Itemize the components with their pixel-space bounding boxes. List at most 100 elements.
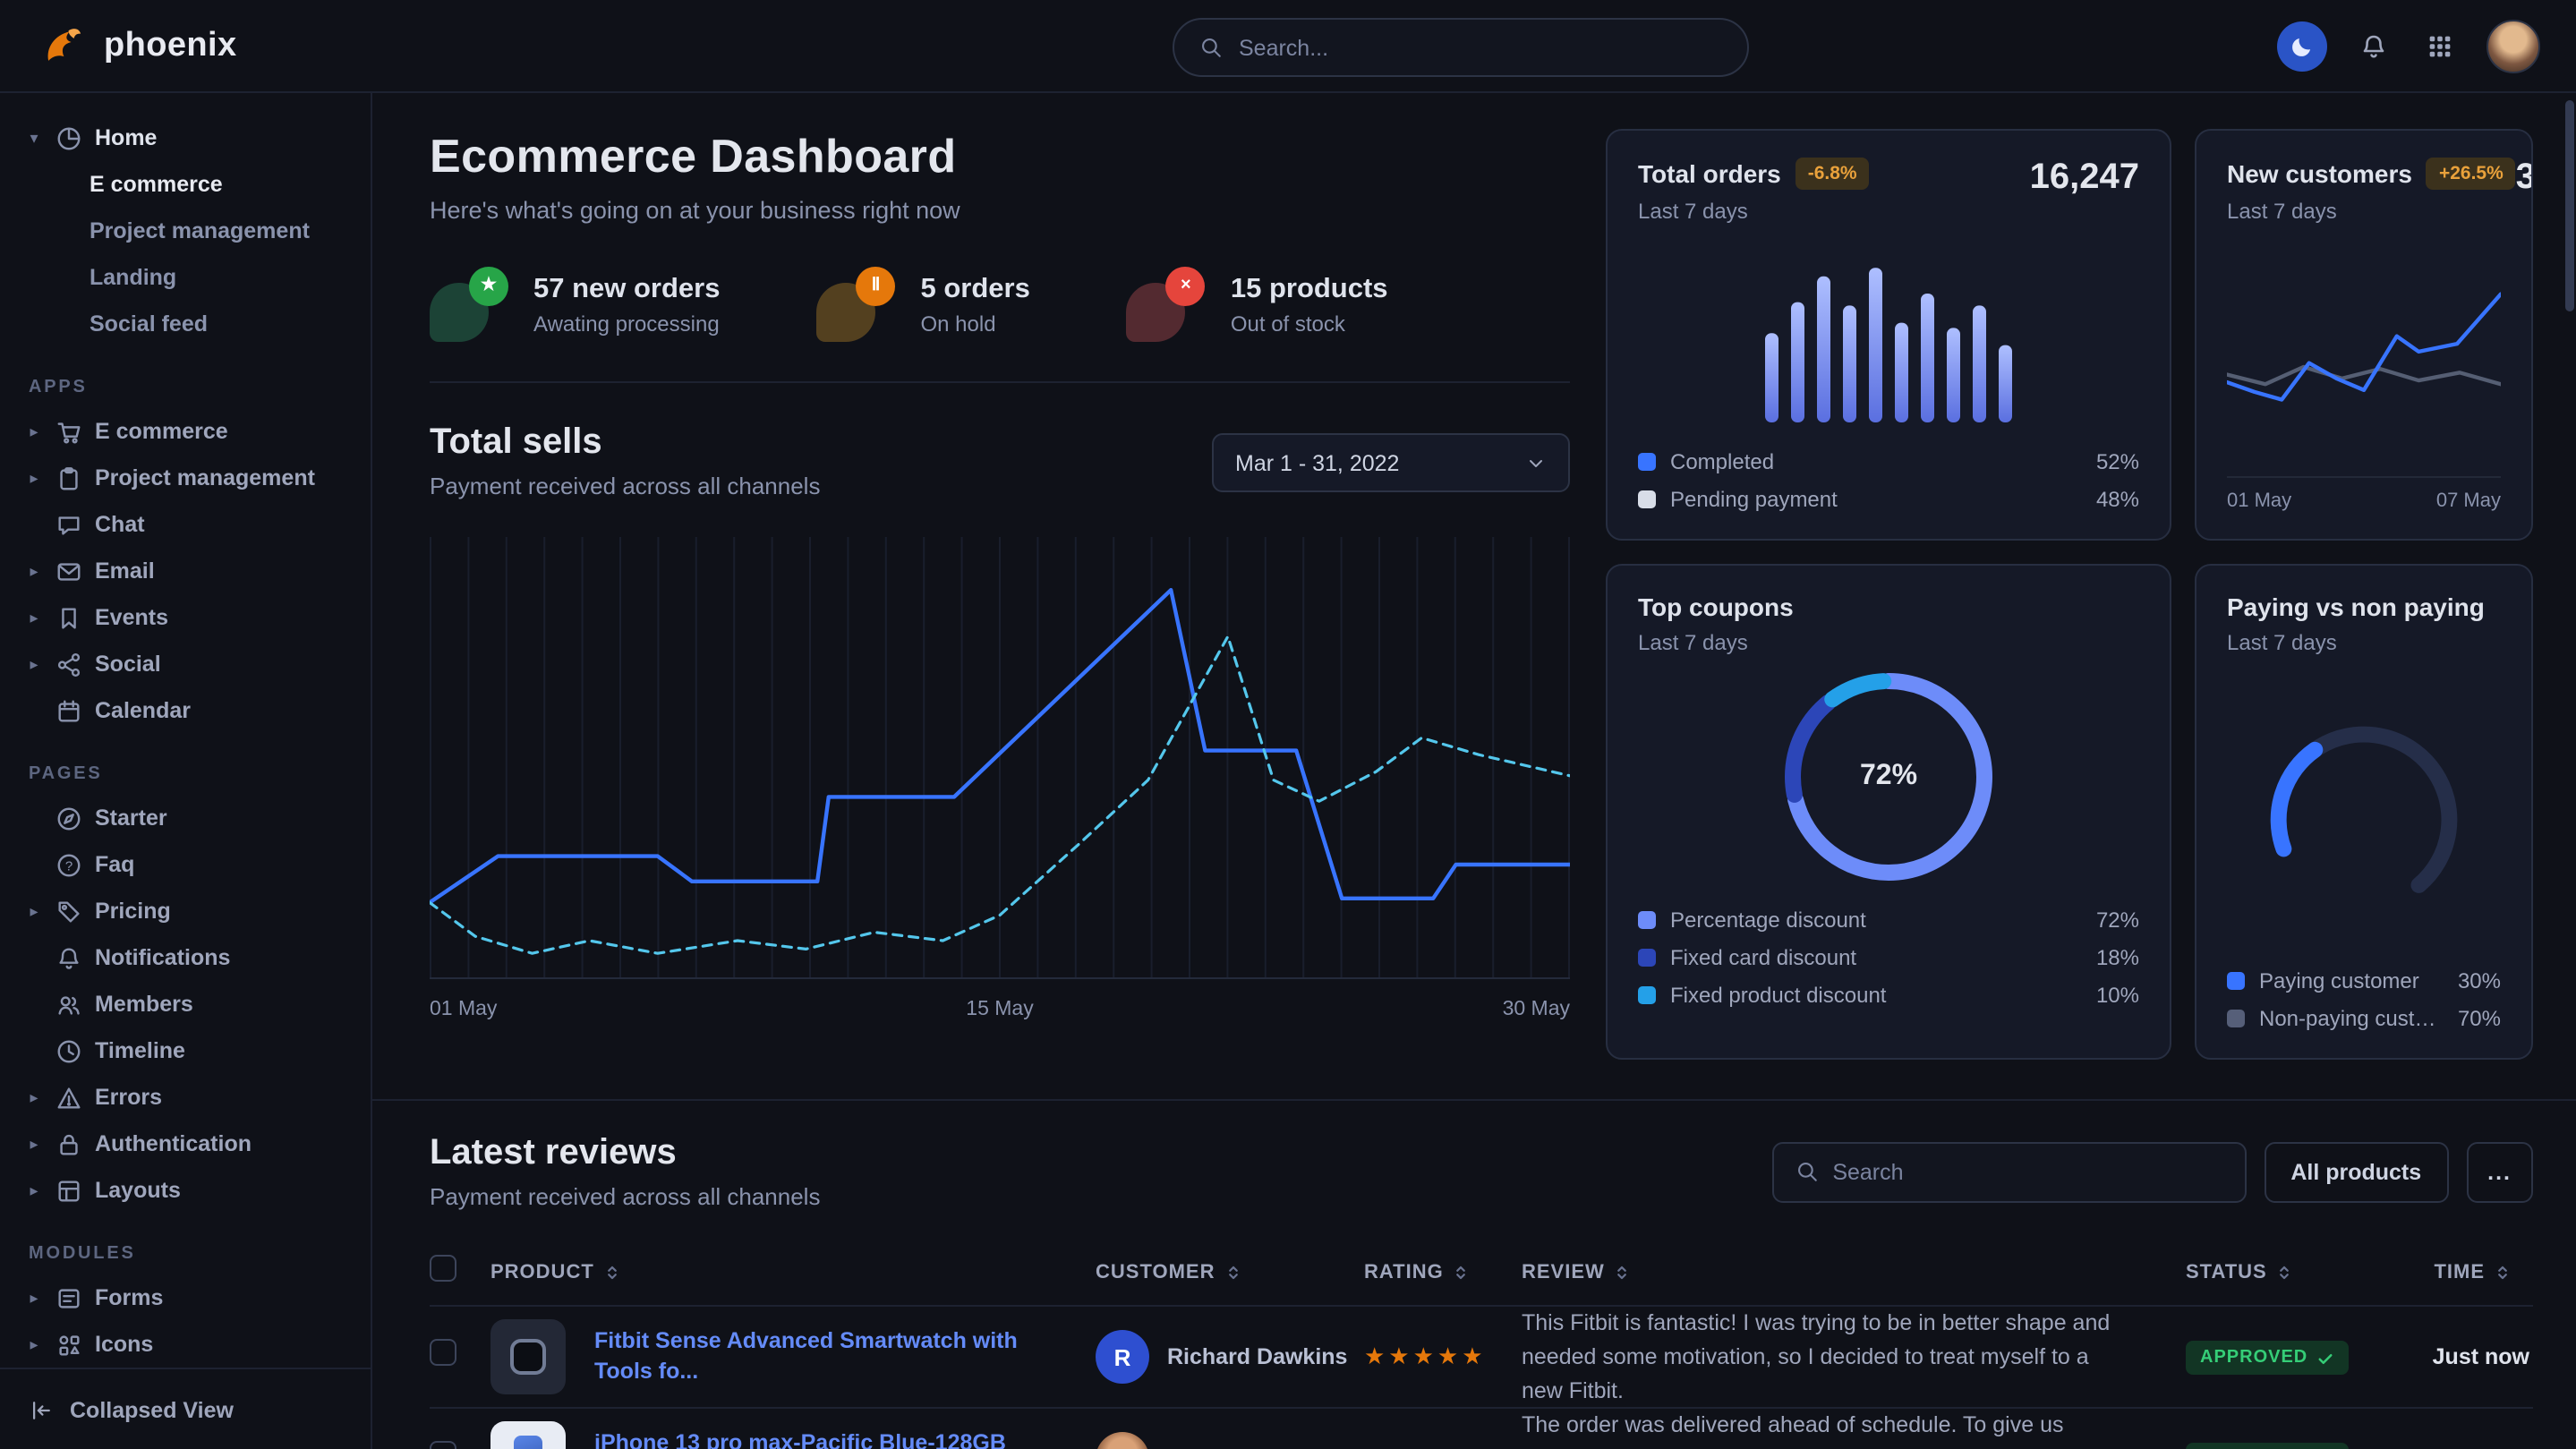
apps-grid-button[interactable] bbox=[2420, 26, 2460, 65]
sidebar-item-icons[interactable]: ▸Icons bbox=[25, 1321, 356, 1368]
total-sells-header: Total sells Payment received across all … bbox=[430, 422, 1570, 499]
row-checkbox[interactable] bbox=[430, 1339, 456, 1366]
sidebar-item-calendar[interactable]: Calendar bbox=[25, 687, 356, 734]
reviews-subtitle: Payment received across all channels bbox=[430, 1183, 820, 1210]
new-customers-chart bbox=[2227, 234, 2501, 473]
top-coupons-card: Top coupons Last 7 days 72% Percentage d… bbox=[1606, 564, 2171, 1060]
stat-15-products: ×15 productsOut of stock bbox=[1127, 267, 1388, 342]
change-badge: -6.8% bbox=[1796, 158, 1870, 190]
stat-5-orders: Ⅱ5 ordersOn hold bbox=[817, 267, 1030, 342]
notifications-button[interactable] bbox=[2354, 26, 2393, 65]
sort-icon bbox=[603, 1263, 621, 1281]
legend-item: Completed52% bbox=[1638, 449, 2139, 474]
user-avatar[interactable] bbox=[2486, 19, 2540, 72]
sidebar-section-label: APPS bbox=[29, 378, 356, 397]
column-header-customer[interactable]: CUSTOMER bbox=[1096, 1261, 1364, 1283]
axis-label: 30 May bbox=[1503, 999, 1570, 1020]
sidebar-item-label: Authentication bbox=[95, 1131, 252, 1156]
sidebar-item-layouts[interactable]: ▸Layouts bbox=[25, 1167, 356, 1214]
sidebar-item-chat[interactable]: Chat bbox=[25, 501, 356, 548]
caret-right-icon: ▸ bbox=[25, 608, 43, 627]
main-content: Ecommerce Dashboard Here's what's going … bbox=[372, 93, 2576, 1449]
sidebar-item-home[interactable]: ▾Home bbox=[25, 115, 356, 161]
share-icon bbox=[55, 651, 82, 678]
sidebar-item-notifications[interactable]: Notifications bbox=[25, 934, 356, 981]
sidebar-item-project-management[interactable]: ▸Project management bbox=[25, 455, 356, 501]
legend-item: Paying customer30% bbox=[2227, 968, 2501, 993]
product-thumbnail[interactable] bbox=[490, 1422, 566, 1449]
scrollbar[interactable] bbox=[2565, 100, 2574, 311]
date-range-select[interactable]: Mar 1 - 31, 2022 bbox=[1212, 433, 1570, 492]
more-options-button[interactable]: ... bbox=[2466, 1141, 2533, 1202]
sidebar-item-faq[interactable]: ?Faq bbox=[25, 841, 356, 888]
bell-icon bbox=[2359, 31, 2388, 60]
select-all-checkbox[interactable] bbox=[430, 1254, 456, 1281]
column-header-rating[interactable]: RATING bbox=[1364, 1261, 1522, 1283]
total-orders-value: 16,247 bbox=[2030, 158, 2139, 199]
total-orders-legend: Completed52%Pending payment48% bbox=[1638, 437, 2139, 512]
product-thumbnail[interactable] bbox=[490, 1319, 566, 1394]
date-range-value: Mar 1 - 31, 2022 bbox=[1235, 450, 1399, 475]
stat-57-new-orders: ★57 new ordersAwating processing bbox=[430, 267, 721, 342]
axis-label: 01 May bbox=[2227, 490, 2291, 512]
svg-text:?: ? bbox=[65, 858, 73, 874]
search-input[interactable] bbox=[1239, 35, 1722, 60]
sidebar-item-label: E commerce bbox=[95, 419, 228, 444]
sidebar-item-label: Project management bbox=[95, 465, 315, 490]
sidebar-item-label: Timeline bbox=[95, 1038, 185, 1063]
reviews-search-input[interactable] bbox=[1832, 1159, 2222, 1184]
product-link[interactable]: iPhone 13 pro max-Pacific Blue-128GB sto… bbox=[594, 1428, 1074, 1449]
total-orders-chart bbox=[1638, 234, 2139, 422]
alert-icon bbox=[55, 1084, 82, 1111]
sidebar-item-pricing[interactable]: ▸Pricing bbox=[25, 888, 356, 934]
customer-avatar: R bbox=[1096, 1330, 1149, 1384]
sidebar-item-authentication[interactable]: ▸ Authentication bbox=[25, 1121, 356, 1167]
sidebar-item-starter[interactable]: Starter bbox=[25, 795, 356, 841]
sidebar-item-members[interactable]: Members bbox=[25, 981, 356, 1027]
pie-icon bbox=[55, 124, 82, 151]
caret-right-icon: ▸ bbox=[25, 422, 43, 441]
sidebar-item-forms[interactable]: ▸Forms bbox=[25, 1274, 356, 1321]
sidebar-item-social[interactable]: ▸Social bbox=[25, 641, 356, 687]
column-header-status[interactable]: STATUS bbox=[2186, 1261, 2386, 1283]
tag-icon bbox=[55, 898, 82, 925]
card-period: Last 7 days bbox=[1638, 199, 1870, 224]
legend-item: Fixed product discount10% bbox=[1638, 983, 2139, 1008]
all-products-button[interactable]: All products bbox=[2264, 1141, 2448, 1202]
product-link[interactable]: Fitbit Sense Advanced Smartwatch with To… bbox=[594, 1325, 1074, 1388]
help-icon: ? bbox=[55, 851, 82, 878]
card-title: Top coupons bbox=[1638, 592, 1794, 621]
customer-avatar bbox=[1096, 1433, 1149, 1449]
stat-caption: Awating processing bbox=[533, 311, 721, 336]
column-header-time[interactable]: TIME bbox=[2386, 1261, 2533, 1283]
sidebar-item-events[interactable]: ▸Events bbox=[25, 594, 356, 641]
table-row: Fitbit Sense Advanced Smartwatch with To… bbox=[430, 1307, 2533, 1410]
caret-right-icon: ▸ bbox=[25, 1288, 43, 1308]
row-checkbox[interactable] bbox=[430, 1442, 456, 1449]
sidebar-item-project-management[interactable]: Project management bbox=[25, 208, 356, 254]
reviews-search[interactable] bbox=[1771, 1141, 2246, 1202]
sort-icon bbox=[2494, 1263, 2512, 1281]
stat-caption: Out of stock bbox=[1231, 311, 1388, 336]
sidebar-item-label: Chat bbox=[95, 512, 145, 537]
chat-icon bbox=[55, 511, 82, 538]
global-search[interactable] bbox=[1173, 18, 1749, 77]
column-header-product[interactable]: PRODUCT bbox=[490, 1261, 1096, 1283]
theme-toggle-button[interactable] bbox=[2277, 21, 2327, 71]
reviews-toolbar: All products ... bbox=[1771, 1141, 2533, 1202]
legend-item: Non-paying customer70% bbox=[2227, 1006, 2501, 1031]
sidebar-item-e-commerce[interactable]: E commerce bbox=[25, 161, 356, 208]
sidebar-item-social-feed[interactable]: Social feed bbox=[25, 301, 356, 347]
sidebar-item-errors[interactable]: ▸Errors bbox=[25, 1074, 356, 1121]
sidebar-item-e-commerce[interactable]: ▸ E commerce bbox=[25, 408, 356, 455]
top-coupons-donut-chart: 72% bbox=[1785, 673, 1992, 881]
sidebar-item-email[interactable]: ▸Email bbox=[25, 548, 356, 594]
collapse-view-button[interactable]: Collapsed View bbox=[0, 1368, 371, 1449]
sidebar-item-timeline[interactable]: Timeline bbox=[25, 1027, 356, 1074]
brand[interactable]: phoenix bbox=[39, 21, 237, 70]
clipboard-icon bbox=[55, 465, 82, 491]
column-header-review[interactable]: REVIEW bbox=[1522, 1261, 2186, 1283]
sidebar-item-landing[interactable]: Landing bbox=[25, 254, 356, 301]
lock-icon bbox=[55, 1130, 82, 1157]
caret-right-icon: ▸ bbox=[25, 1134, 43, 1154]
